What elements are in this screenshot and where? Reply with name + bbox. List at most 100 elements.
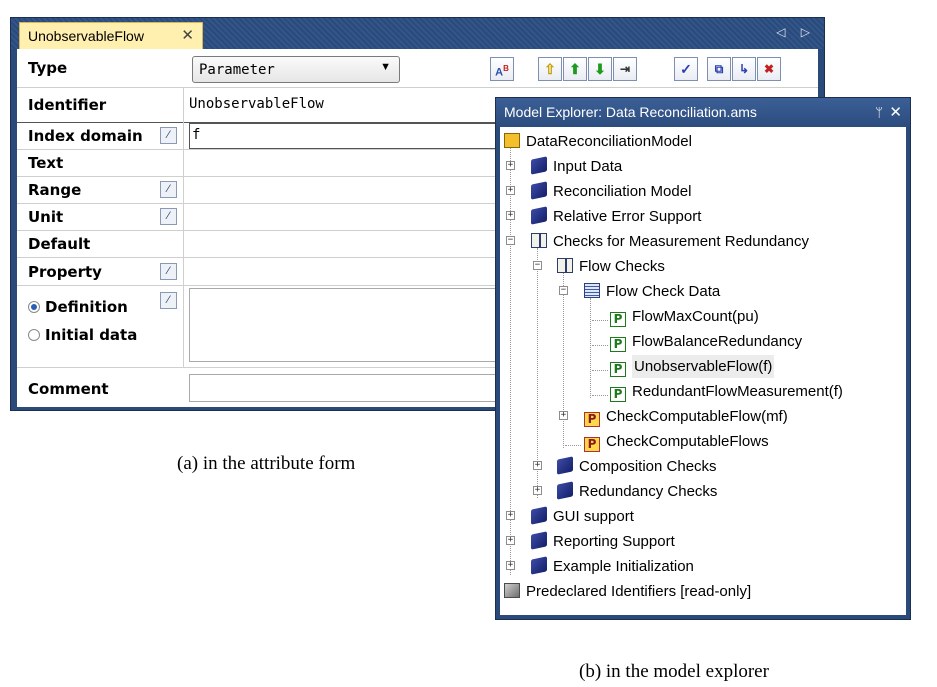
book-icon	[531, 206, 547, 225]
tree-line	[592, 395, 608, 396]
wizard-icon[interactable]: ⁄	[160, 208, 177, 225]
collapse-minus-icon[interactable]: −	[559, 286, 568, 295]
collapse-minus-icon[interactable]: −	[533, 261, 542, 270]
expand-plus-icon[interactable]: +	[506, 511, 515, 520]
open-in-icon[interactable]: ⧉	[707, 57, 731, 81]
expand-plus-icon[interactable]: +	[533, 461, 542, 470]
model-icon	[504, 133, 520, 148]
expand-plus-icon[interactable]: +	[506, 161, 515, 170]
tree-line	[563, 273, 564, 448]
tree-node-label: Checks for Measurement Redundancy	[553, 233, 809, 250]
tree-node-predeclared-identifiers[interactable]: Predeclared Identifiers [read-only]	[504, 580, 751, 604]
book-icon	[531, 531, 547, 550]
delete-icon[interactable]: ✖	[757, 57, 781, 81]
identifier-value: UnobservableFlow	[189, 96, 324, 112]
tree-line	[592, 345, 608, 346]
definition-radio[interactable]: Definition	[28, 298, 128, 316]
tree-line	[592, 320, 608, 321]
initial-data-radio[interactable]: Initial data	[28, 326, 137, 344]
expand-plus-icon[interactable]: +	[559, 411, 568, 420]
tree-node-label: CheckComputableFlows	[606, 433, 769, 450]
tree-node-reconciliation-model[interactable]: Reconciliation Model	[531, 180, 691, 204]
tree-node-checkcomputableflow[interactable]: P CheckComputableFlow(mf)	[584, 405, 788, 429]
wizard-icon[interactable]: ⁄	[160, 292, 177, 309]
text-label: Text	[28, 154, 64, 172]
tree-node-label: CheckComputableFlow(mf)	[606, 408, 788, 425]
tree-node-gui-support[interactable]: GUI support	[531, 505, 634, 529]
tab-scroll-arrows-icon[interactable]: ◁ ▷	[776, 25, 816, 39]
property-label: Property	[28, 263, 102, 281]
tree-node-redundantflowmeasurement[interactable]: P RedundantFlowMeasurement(f)	[610, 380, 843, 404]
initial-data-label: Initial data	[45, 326, 138, 344]
tree-node-checkcomputableflows[interactable]: P CheckComputableFlows	[584, 430, 769, 454]
format-text-icon[interactable]: AB	[490, 57, 514, 81]
tree-node-root[interactable]: DataReconciliationModel	[504, 130, 692, 154]
indent-icon[interactable]: ⇥	[613, 57, 637, 81]
tree-node-relative-error-support[interactable]: Relative Error Support	[531, 205, 701, 229]
tree-node-label: Predeclared Identifiers [read-only]	[526, 583, 752, 600]
tree-node-label: UnobservableFlow(f)	[632, 355, 775, 378]
tree-node-label: Relative Error Support	[553, 208, 702, 225]
book-icon	[557, 481, 573, 500]
type-row: Type Parameter ▼ AB ⇧ ⬆ ⬇ ⇥ ✓ ⧉ ↳ ✖	[17, 49, 818, 87]
procedure-icon: P	[584, 437, 600, 452]
label-column-divider	[183, 87, 184, 367]
expand-plus-icon[interactable]: +	[506, 561, 515, 570]
expand-plus-icon[interactable]: +	[506, 536, 515, 545]
tree-node-label: Flow Check Data	[606, 283, 721, 300]
caption-b: (b) in the model explorer	[579, 661, 769, 682]
tree-node-label: Input Data	[553, 158, 623, 175]
book-icon	[531, 556, 547, 575]
wizard-icon[interactable]: ⁄	[160, 263, 177, 280]
tree-node-example-initialization[interactable]: Example Initialization	[531, 555, 694, 579]
tree-node-checks-for-measurement-redundancy[interactable]: Checks for Measurement Redundancy	[531, 230, 809, 254]
tree-node-composition-checks[interactable]: Composition Checks	[557, 455, 717, 479]
move-up-green-icon[interactable]: ⬆	[563, 57, 587, 81]
radio-unselected-icon	[28, 329, 40, 341]
tree-node-input-data[interactable]: Input Data	[531, 155, 622, 179]
tree-node-redundancy-checks[interactable]: Redundancy Checks	[557, 480, 717, 504]
book-icon	[531, 181, 547, 200]
tree-node-label: FlowMaxCount(pu)	[632, 308, 759, 325]
tree-node-unobservableflow[interactable]: P UnobservableFlow(f)	[610, 355, 906, 379]
tree-node-flowmaxcount[interactable]: P FlowMaxCount(pu)	[610, 305, 759, 329]
check-icon[interactable]: ✓	[674, 57, 698, 81]
tree-line	[565, 445, 581, 446]
move-down-icon[interactable]: ⬇	[588, 57, 612, 81]
move-up-icon[interactable]: ⇧	[538, 57, 562, 81]
tree-node-label: Composition Checks	[579, 458, 717, 475]
book-icon	[557, 456, 573, 475]
tree-node-label: FlowBalanceRedundancy	[632, 333, 803, 350]
expand-plus-icon[interactable]: +	[506, 211, 515, 220]
pin-icon[interactable]: ᛘ	[875, 98, 883, 127]
wizard-icon[interactable]: ⁄	[160, 127, 177, 144]
tab-unobservableflow[interactable]: UnobservableFlow ✕	[19, 22, 203, 49]
close-icon[interactable]: ✕	[181, 23, 194, 49]
tree-node-flow-check-data[interactable]: Flow Check Data	[584, 280, 720, 304]
book-icon	[531, 156, 547, 175]
attribute-form-tabbar: UnobservableFlow ✕ ◁ ▷	[11, 18, 824, 49]
tree-node-reporting-support[interactable]: Reporting Support	[531, 530, 675, 554]
tree-node-label: Reconciliation Model	[553, 183, 692, 200]
wizard-icon[interactable]: ⁄	[160, 181, 177, 198]
close-icon[interactable]: ✕	[889, 98, 902, 127]
index-domain-label: Index domain	[28, 127, 143, 145]
range-label: Range	[28, 181, 82, 199]
type-label: Type	[28, 59, 68, 77]
book-icon	[531, 506, 547, 525]
export-icon[interactable]: ↳	[732, 57, 756, 81]
tree-node-flowbalanceredundancy[interactable]: P FlowBalanceRedundancy	[610, 330, 802, 354]
tree-node-flow-checks[interactable]: Flow Checks	[557, 255, 665, 279]
declaration-icon	[584, 283, 600, 298]
tree-node-label: Example Initialization	[553, 558, 694, 575]
open-book-icon	[531, 233, 547, 248]
parameter-icon: P	[610, 362, 626, 377]
model-explorer-title: Model Explorer: Data Reconciliation.ams	[504, 104, 757, 120]
type-dropdown[interactable]: Parameter ▼	[192, 56, 400, 83]
tree-node-label: Reporting Support	[553, 533, 675, 550]
expand-plus-icon[interactable]: +	[533, 486, 542, 495]
expand-plus-icon[interactable]: +	[506, 186, 515, 195]
tab-label: UnobservableFlow	[28, 28, 144, 44]
tree-line	[592, 370, 608, 371]
collapse-minus-icon[interactable]: −	[506, 236, 515, 245]
